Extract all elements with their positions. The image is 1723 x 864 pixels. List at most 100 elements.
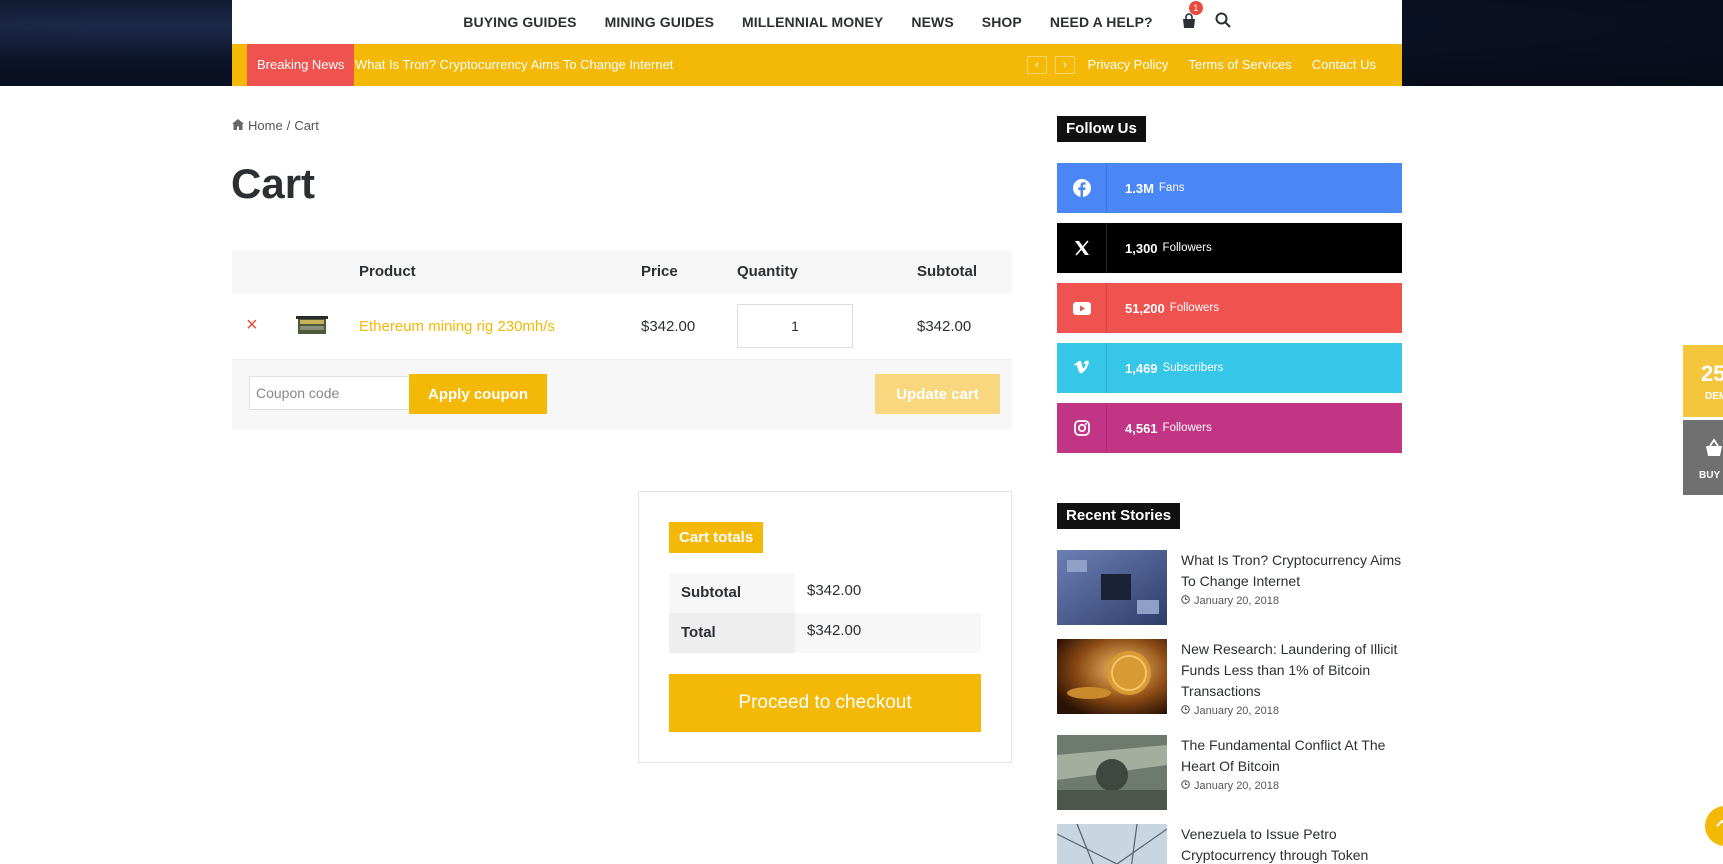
contact-link[interactable]: Contact Us	[1312, 44, 1376, 86]
x-count: 1,300	[1125, 240, 1158, 256]
story-thumbnail[interactable]	[1057, 550, 1167, 625]
chevron-right-icon[interactable]: ›	[1055, 56, 1075, 74]
cart-table-header: Product Price Quantity Subtotal	[232, 250, 1012, 294]
totals-subtotal-row: Subtotal $342.00	[669, 573, 981, 613]
product-name-link[interactable]: Ethereum mining rig 230mh/s	[359, 318, 555, 335]
story-title[interactable]: The Fundamental Conflict At The Heart Of…	[1181, 735, 1403, 777]
list-item: Venezuela to Issue Petro Cryptocurrency …	[1057, 824, 1402, 864]
cart-totals-title: Cart totals	[669, 522, 764, 553]
vimeo-count: 1,469	[1125, 360, 1158, 376]
nav-item-buying-guides[interactable]: BUYING GUIDES	[463, 14, 576, 30]
story-date: January 20, 2018	[1181, 780, 1279, 792]
nav-item-millennial-money[interactable]: MILLENNIAL MONEY	[742, 14, 883, 30]
instagram-icon	[1057, 403, 1107, 453]
story-title[interactable]: New Research: Laundering of Illicit Fund…	[1181, 639, 1403, 702]
story-title[interactable]: Venezuela to Issue Petro Cryptocurrency …	[1181, 824, 1402, 864]
clock-icon	[1181, 595, 1190, 607]
coupon-code-input[interactable]	[249, 376, 411, 410]
x-icon	[1057, 223, 1107, 273]
social-youtube[interactable]: 51,200 Followers	[1057, 283, 1402, 333]
quantity-input[interactable]	[737, 304, 853, 348]
instagram-count: 4,561	[1125, 420, 1158, 436]
breadcrumb: Home / Cart	[232, 118, 319, 133]
story-date: January 20, 2018	[1181, 705, 1279, 717]
floating-demo-label: DEM	[1705, 391, 1723, 402]
breaking-news-label: Breaking News	[247, 44, 355, 86]
chevron-left-icon[interactable]: ‹	[1027, 56, 1047, 74]
social-facebook[interactable]: 1.3M Fans	[1057, 163, 1402, 213]
header-product: Product	[359, 263, 416, 280]
header-price: Price	[641, 263, 678, 280]
total-value: $342.00	[807, 622, 862, 639]
story-date-text: January 20, 2018	[1194, 595, 1280, 607]
facebook-unit: Fans	[1158, 182, 1185, 194]
terms-link[interactable]: Terms of Services	[1188, 44, 1291, 86]
list-item: New Research: Laundering of Illicit Fund…	[1057, 639, 1403, 717]
breaking-news-headline[interactable]: What Is Tron? Cryptocurrency Aims To Cha…	[355, 44, 673, 86]
social-instagram[interactable]: 4,561 Followers	[1057, 403, 1402, 453]
clock-icon	[1181, 705, 1190, 717]
product-subtotal: $342.00	[917, 318, 972, 335]
list-item: The Fundamental Conflict At The Heart Of…	[1057, 735, 1402, 810]
story-date: January 20, 2018	[1181, 595, 1279, 607]
nav-icons: 1	[1181, 1, 1231, 33]
shopping-bag-icon[interactable]: 1	[1181, 1, 1203, 31]
story-thumbnail[interactable]	[1057, 639, 1167, 714]
clock-icon	[1181, 780, 1190, 792]
breadcrumb-current: Cart	[294, 118, 319, 133]
floating-buy-label: BUY I	[1699, 470, 1723, 481]
x-unit: Followers	[1162, 242, 1212, 254]
social-vimeo[interactable]: 1,469 Subscribers	[1057, 343, 1402, 393]
floating-buy-badge[interactable]: BUY I	[1683, 420, 1723, 495]
privacy-policy-link[interactable]: Privacy Policy	[1087, 44, 1168, 86]
facebook-count: 1.3M	[1125, 180, 1154, 196]
header-quantity: Quantity	[737, 263, 798, 280]
floating-demo-number: 25	[1701, 361, 1723, 386]
proceed-to-checkout-button[interactable]: Proceed to checkout	[669, 674, 981, 732]
instagram-unit: Followers	[1162, 422, 1212, 434]
page-title: Cart	[231, 160, 316, 207]
remove-item-icon[interactable]: ×	[246, 314, 258, 337]
breadcrumb-separator: /	[286, 118, 291, 133]
chevron-up-icon	[1715, 816, 1723, 835]
breaking-news-arrows: ‹ ›	[1027, 56, 1075, 74]
nav-item-shop[interactable]: SHOP	[982, 14, 1022, 30]
top-links: Privacy Policy Terms of Services Contact…	[1087, 44, 1376, 86]
youtube-count: 51,200	[1125, 300, 1165, 316]
scroll-to-top-button[interactable]	[1705, 806, 1723, 846]
update-cart-button[interactable]: Update cart	[875, 374, 1000, 414]
story-thumbnail[interactable]	[1057, 735, 1167, 810]
basket-icon	[1704, 438, 1723, 463]
cart-totals-box: Cart totals Subtotal $342.00 Total $342.…	[638, 491, 1012, 763]
total-label: Total	[669, 613, 795, 653]
story-title[interactable]: What Is Tron? Cryptocurrency Aims To Cha…	[1181, 550, 1403, 592]
list-item: What Is Tron? Cryptocurrency Aims To Cha…	[1057, 550, 1402, 625]
vimeo-icon	[1057, 343, 1107, 393]
product-thumbnail[interactable]	[296, 312, 328, 338]
subtotal-value: $342.00	[807, 582, 862, 599]
follow-us-title: Follow Us	[1057, 116, 1146, 142]
cart-actions: Apply coupon Update cart	[232, 360, 1012, 430]
subtotal-label: Subtotal	[669, 573, 795, 613]
nav-item-need-help[interactable]: NEED A HELP?	[1050, 14, 1153, 30]
breaking-news-bar: Breaking News What Is Tron? Cryptocurren…	[232, 44, 1402, 86]
header: BUYING GUIDES MINING GUIDES MILLENNIAL M…	[232, 0, 1402, 86]
cart-count-badge: 1	[1188, 1, 1203, 15]
totals-total-row: Total $342.00	[669, 613, 981, 653]
floating-demo-badge[interactable]: 25 DEM	[1683, 345, 1723, 417]
story-thumbnail[interactable]	[1057, 824, 1168, 864]
youtube-unit: Followers	[1169, 302, 1219, 314]
table-row: × Ethereum mining rig 230mh/s $342.00 $3…	[232, 294, 1012, 360]
social-x[interactable]: 1,300 Followers	[1057, 223, 1402, 273]
vimeo-unit: Subscribers	[1162, 362, 1224, 374]
search-icon[interactable]	[1215, 12, 1231, 33]
facebook-icon	[1057, 163, 1107, 213]
breadcrumb-home[interactable]: Home	[248, 118, 283, 133]
apply-coupon-button[interactable]: Apply coupon	[409, 374, 547, 414]
youtube-icon	[1057, 283, 1107, 333]
cart-table: Product Price Quantity Subtotal × Ethere…	[232, 250, 1012, 430]
header-subtotal: Subtotal	[917, 263, 977, 280]
nav-item-news[interactable]: NEWS	[911, 14, 953, 30]
story-date-text: January 20, 2018	[1194, 780, 1280, 792]
nav-item-mining-guides[interactable]: MINING GUIDES	[605, 14, 714, 30]
